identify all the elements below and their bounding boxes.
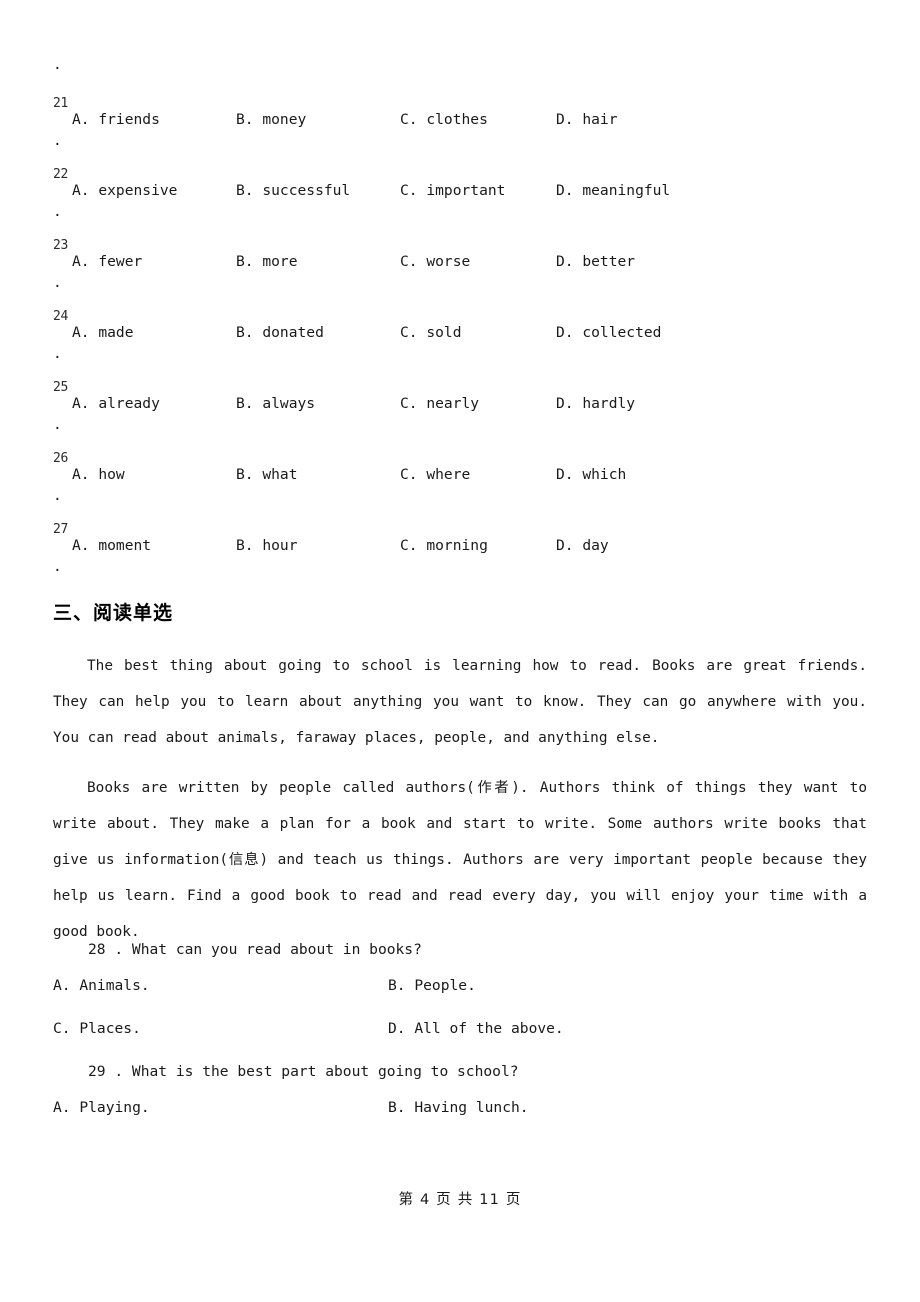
cloze-option[interactable]: B. money [236,110,306,130]
cloze-option[interactable]: A. how [72,465,125,485]
cloze-question-number: 21 [53,96,69,111]
question-option-row: C. Places. D. All of the above. [0,1011,920,1054]
cloze-row: 26. A. how B. what C. where D. which [0,451,920,522]
cloze-number-period: . [53,488,62,504]
page-footer: 第 4 页 共 11 页 [398,1192,522,1208]
cloze-number-period: . [53,559,62,575]
orphan-punctuation: . [53,57,62,73]
cloze-option[interactable]: A. already [72,394,160,414]
section-heading-reading: 三、阅读单选 [53,602,174,624]
cloze-option[interactable]: A. moment [72,536,151,556]
cloze-option[interactable]: D. meaningful [556,181,670,201]
passage-paragraph: The best thing about going to school is … [53,658,867,746]
cloze-option[interactable]: D. which [556,465,626,485]
cloze-question-number: 25 [53,380,69,395]
cloze-option[interactable]: C. worse [400,252,470,272]
reading-question: 29 . What is the best part about going t… [0,1054,920,1133]
cloze-row: 24. A. made B. donated C. sold D. collected [0,309,920,380]
cloze-option[interactable]: D. collected [556,323,661,343]
cloze-option[interactable]: B. successful [236,181,350,201]
cloze-number-period: . [53,133,62,149]
cloze-option[interactable]: C. where [400,465,470,485]
cloze-question-number: 24 [53,309,69,324]
cloze-number-period: . [53,346,62,362]
question-option[interactable]: D. All of the above. [388,1019,564,1039]
cloze-option[interactable]: A. made [72,323,134,343]
cloze-question-number: 26 [53,451,69,466]
cloze-question-number: 22 [53,167,69,182]
cloze-question-number: 27 [53,522,69,537]
question-option[interactable]: A. Animals. [53,976,150,996]
cloze-option[interactable]: D. hair [556,110,618,130]
cloze-option[interactable]: C. sold [400,323,462,343]
cloze-option[interactable]: B. donated [236,323,324,343]
cloze-option[interactable]: B. what [236,465,298,485]
cloze-question-number: 23 [53,238,69,253]
question-option[interactable]: A. Playing. [53,1098,150,1118]
cloze-row: 22. A. expensive B. successful C. important… [0,167,920,238]
cloze-number-period: . [53,204,62,220]
cloze-option[interactable]: A. friends [72,110,160,130]
reading-questions-section: 28 . What can you read about in books? A.… [0,932,920,1133]
question-option[interactable]: C. Places. [53,1019,141,1039]
reading-passage: The best thing about going to school is … [53,648,867,964]
cloze-row: 25. A. already B. always C. nearly D. hardly [0,380,920,451]
cloze-option[interactable]: A. expensive [72,181,177,201]
question-option[interactable]: B. People. [388,976,476,996]
cloze-row: 21. A. friends B. money C. clothes D. hair [0,96,920,167]
cloze-option[interactable]: C. morning [400,536,488,556]
cloze-option[interactable]: D. better [556,252,635,272]
question-option[interactable]: B. Having lunch. [388,1098,529,1118]
cloze-row: 27. A. moment B. hour C. morning D. day [0,522,920,593]
cloze-number-period: . [53,275,62,291]
cloze-option[interactable]: C. nearly [400,394,479,414]
cloze-option[interactable]: D. hardly [556,394,635,414]
exam-page: . 21. A. friends B. money C. clothes D. hair… [0,0,920,1302]
reading-question: 28 . What can you read about in books? A.… [0,932,920,1054]
cloze-option[interactable]: C. important [400,181,505,201]
cloze-row: 23. A. fewer B. more C. worse D. better [0,238,920,309]
question-option-row: A. Playing. B. Having lunch. [0,1090,920,1133]
cloze-option[interactable]: B. hour [236,536,298,556]
cloze-option[interactable]: A. fewer [72,252,142,272]
cloze-option[interactable]: B. more [236,252,298,272]
passage-paragraph: Books are written by people called autho… [53,780,867,940]
cloze-option[interactable]: B. always [236,394,315,414]
cloze-option[interactable]: C. clothes [400,110,488,130]
cloze-options-section: 21. A. friends B. money C. clothes D. hair 22… [0,96,920,593]
cloze-number-period: . [53,417,62,433]
cloze-option[interactable]: D. day [556,536,609,556]
question-option-row: A. Animals. B. People. [0,968,920,1011]
question-stem: 28 . What can you read about in books? [88,941,422,958]
question-stem: 29 . What is the best part about going t… [88,1063,519,1080]
